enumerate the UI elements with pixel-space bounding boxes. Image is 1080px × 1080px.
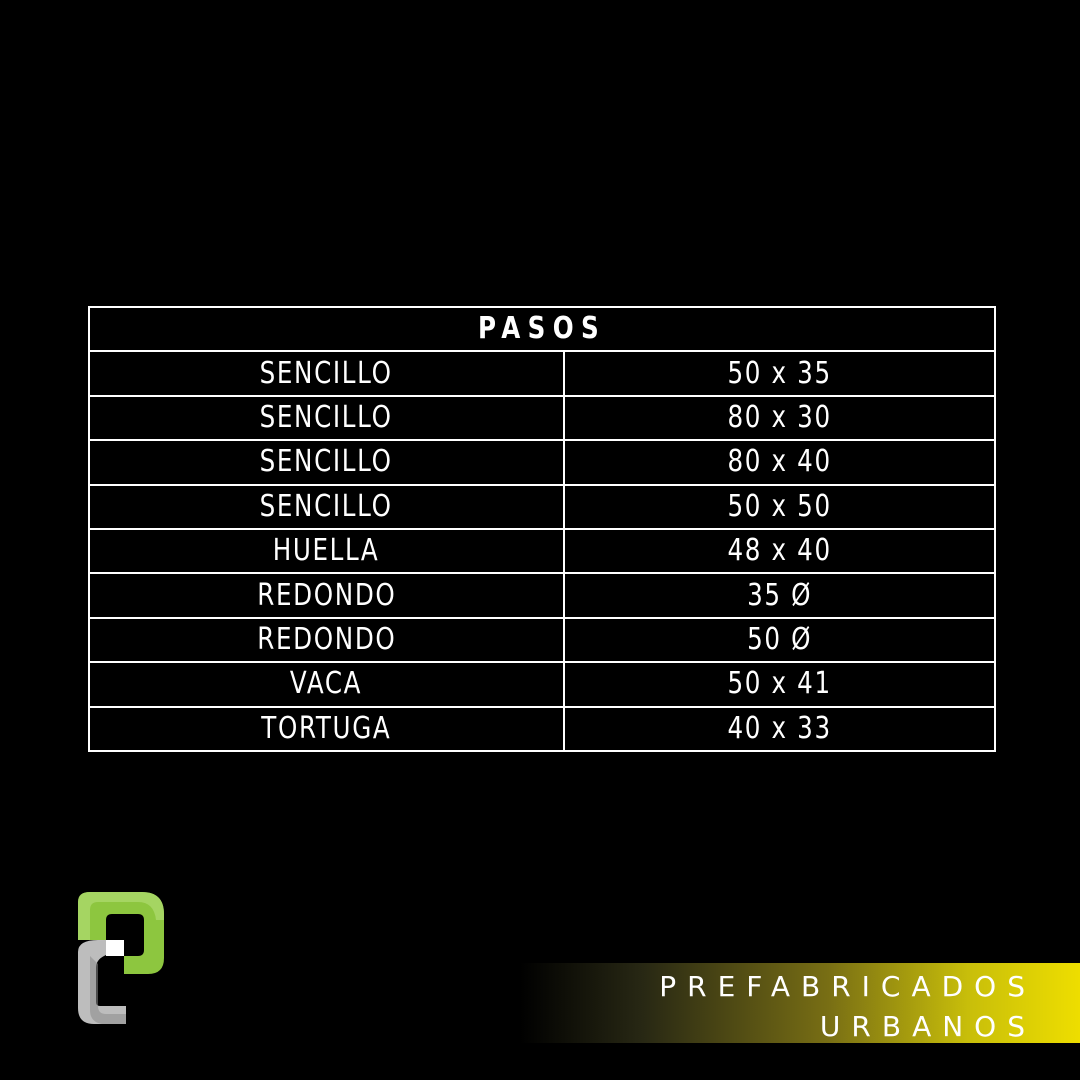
brand-name-line1: PREFABRICADOS [659, 970, 1036, 1003]
row-name-cell: SENCILLO [88, 483, 565, 530]
row-size-cell: 50 x 50 [562, 483, 997, 530]
prefabricados-urbanos-logo-icon [78, 892, 164, 1024]
table-row: VACA 50 x 41 [88, 661, 997, 708]
table-row: SENCILLO 50 x 50 [88, 483, 997, 530]
row-size-cell: 35 Ø [562, 572, 997, 619]
row-size-cell: 80 x 40 [562, 439, 997, 486]
row-name-cell: SENCILLO [88, 439, 565, 486]
row-name-cell: HUELLA [88, 527, 565, 575]
row-name-cell: SENCILLO [88, 394, 565, 442]
brand-name-line2: URBANOS [819, 1010, 1036, 1043]
table-header-row: PASOS [87, 305, 997, 353]
row-size-cell: 80 x 30 [562, 394, 997, 442]
row-name-cell: VACA [88, 661, 565, 708]
table-row: SENCILLO 80 x 30 [88, 394, 997, 442]
table-row: SENCILLO 50 x 35 [88, 350, 997, 397]
row-size-cell: 40 x 33 [562, 705, 997, 752]
row-name-cell: REDONDO [88, 616, 565, 664]
table-row: HUELLA 48 x 40 [88, 527, 997, 575]
row-size-cell: 50 x 35 [562, 350, 997, 397]
table-title: PASOS [87, 305, 997, 353]
row-size-cell: 48 x 40 [562, 527, 997, 575]
row-name-cell: SENCILLO [88, 350, 565, 397]
pasos-table: PASOS SENCILLO 50 x 35 SENCILLO 80 x 30 … [87, 305, 997, 752]
table-row: REDONDO 50 Ø [88, 616, 997, 664]
row-size-cell: 50 Ø [562, 616, 997, 664]
row-size-cell: 50 x 41 [562, 661, 997, 708]
row-name-cell: REDONDO [88, 572, 565, 619]
row-name-cell: TORTUGA [88, 705, 565, 752]
table-row: REDONDO 35 Ø [88, 572, 997, 619]
table-row: TORTUGA 40 x 33 [88, 705, 997, 752]
table-row: SENCILLO 80 x 40 [88, 439, 997, 486]
